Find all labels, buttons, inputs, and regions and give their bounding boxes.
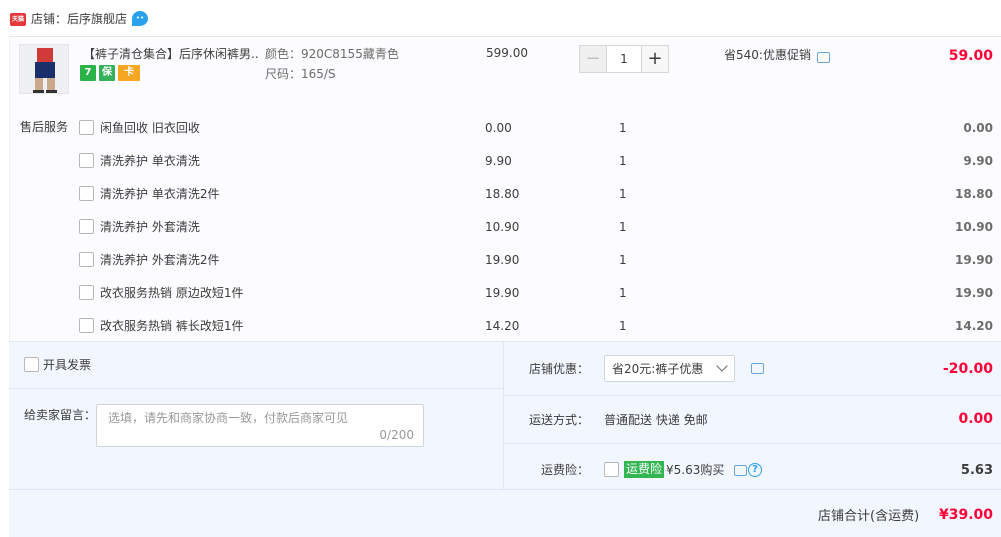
seller-message-label: 给卖家留言： [24, 408, 97, 422]
divider [9, 388, 503, 389]
product-thumbnail[interactable] [19, 44, 69, 94]
divider [504, 395, 1001, 396]
shop-discount-label: 店铺优惠： [529, 362, 590, 376]
wangwang-chat-icon[interactable]: •• [132, 11, 148, 26]
shop-name-link[interactable]: 店铺：后序旗舰店 [31, 10, 127, 28]
shipping-insurance-amount: 5.63 [960, 463, 993, 478]
service-qty: 1 [619, 121, 627, 135]
quantity-stepper: − 1 + [579, 45, 675, 73]
invoice-label[interactable]: 开具发票 [43, 357, 91, 373]
quantity-input[interactable]: 1 [607, 45, 641, 73]
service-total: 0.00 [963, 121, 993, 135]
service-name: 清洗养护 外套清洗 [100, 220, 200, 234]
chevron-down-icon [716, 360, 728, 372]
service-name: 闲鱼回收 旧衣回收 [100, 121, 200, 135]
shipping-insurance-checkbox[interactable] [604, 462, 619, 477]
guarantee-icon: 保 [99, 65, 115, 81]
service-price: 19.90 [485, 286, 520, 300]
service-checkbox[interactable] [79, 252, 94, 267]
service-price: 9.90 [485, 154, 512, 168]
tmall-logo-icon: 天猫 [10, 13, 26, 26]
service-price: 0.00 [485, 121, 512, 135]
service-row: 改衣服务热销 原边改短1件 19.90 1 19.90 [0, 283, 1001, 316]
message-char-count: 0/200 [379, 428, 414, 442]
decrease-quantity-button[interactable]: − [579, 45, 607, 73]
shop-discount-amount: -20.00 [942, 361, 993, 377]
product-title-link[interactable]: 【裤子清仓集合】后序休闲裤男... [83, 46, 258, 62]
shipping-insurance-tag: 运费险 [624, 461, 665, 478]
service-checkbox[interactable] [79, 219, 94, 234]
invoice-checkbox[interactable] [24, 357, 39, 372]
service-total: 10.90 [955, 220, 993, 234]
service-total: 14.20 [955, 319, 993, 333]
seller-message-input[interactable]: 选填，请先和商家协商一致，付款后商家可见 0/200 [96, 404, 424, 447]
divider [503, 341, 504, 489]
shipping-insurance-price: ¥5.63购买 [666, 463, 725, 477]
service-row: 清洗养护 外套清洗 10.90 1 10.90 [0, 217, 1001, 250]
service-row: 闲鱼回收 旧衣回收 0.00 1 0.00 [0, 118, 1001, 151]
service-price: 14.20 [485, 319, 520, 333]
shop-header: 天猫 店铺：后序旗舰店 •• [0, 0, 1001, 36]
discount-comment-icon[interactable] [751, 363, 764, 374]
seven-day-return-icon: 7 [80, 65, 96, 81]
service-checkbox[interactable] [79, 285, 94, 300]
service-qty: 1 [619, 319, 627, 333]
shop-discount-select[interactable]: 省20元:裤子优惠 [604, 355, 735, 382]
help-icon[interactable]: ? [748, 463, 762, 477]
shipping-method-label: 运送方式： [529, 413, 590, 427]
service-name: 清洗养护 单衣清洗2件 [100, 187, 220, 201]
insurance-comment-icon[interactable] [734, 465, 747, 476]
service-checkbox[interactable] [79, 318, 94, 333]
service-total: 9.90 [963, 154, 993, 168]
service-name: 改衣服务热销 原边改短1件 [100, 286, 244, 300]
sku-color: 颜色：920C8155藏青色 [265, 47, 399, 61]
increase-quantity-button[interactable]: + [641, 45, 669, 73]
service-qty: 1 [619, 253, 627, 267]
credit-card-icon: 卡 [118, 65, 140, 81]
sku-size: 尺码：165/S [265, 67, 336, 81]
divider [504, 443, 1001, 444]
service-price: 18.80 [485, 187, 520, 201]
service-total: 19.90 [955, 253, 993, 267]
service-icons: 7 保 卡 [80, 65, 140, 81]
shipping-method-value: 普通配送 快递 免邮 [604, 413, 708, 427]
message-placeholder: 选填，请先和商家协商一致，付款后商家可见 [108, 411, 349, 425]
item-subtotal: 59.00 [948, 48, 993, 64]
service-price: 19.90 [485, 253, 520, 267]
service-checkbox[interactable] [79, 186, 94, 201]
service-qty: 1 [619, 187, 627, 201]
service-row: 清洗养护 外套清洗2件 19.90 1 19.90 [0, 250, 1001, 283]
divider [9, 489, 1001, 490]
discount-selected-value: 省20元:裤子优惠 [612, 362, 704, 376]
promotion-comment-icon[interactable] [817, 52, 830, 63]
service-qty: 1 [619, 154, 627, 168]
shipping-insurance-label: 运费险： [541, 463, 590, 477]
service-total: 19.90 [955, 286, 993, 300]
shipping-amount: 0.00 [958, 411, 993, 427]
service-name: 改衣服务热销 裤长改短1件 [100, 319, 244, 333]
service-name: 清洗养护 单衣清洗 [100, 154, 200, 168]
service-total: 18.80 [955, 187, 993, 201]
service-checkbox[interactable] [79, 120, 94, 135]
service-row: 清洗养护 单衣清洗 9.90 1 9.90 [0, 151, 1001, 184]
service-price: 10.90 [485, 220, 520, 234]
shop-total-label: 店铺合计(含运费) [818, 509, 920, 524]
service-checkbox[interactable] [79, 153, 94, 168]
service-qty: 1 [619, 220, 627, 234]
service-name: 清洗养护 外套清洗2件 [100, 253, 220, 267]
unit-price: 599.00 [486, 46, 528, 60]
shop-total-amount: ¥39.00 [938, 507, 993, 523]
service-row: 清洗养护 单衣清洗2件 18.80 1 18.80 [0, 184, 1001, 217]
promotion-text: 省540:优惠促销 [724, 48, 811, 62]
service-qty: 1 [619, 286, 627, 300]
